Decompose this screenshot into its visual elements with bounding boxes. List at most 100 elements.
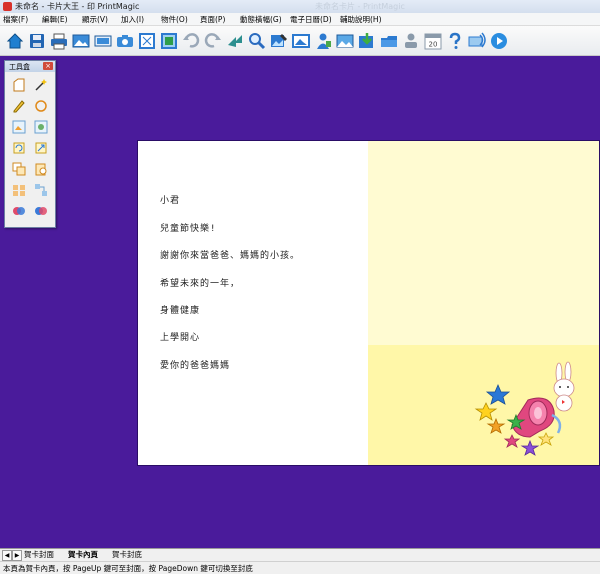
card-text-line[interactable]: 身體健康 (160, 303, 200, 316)
toolbar-button-import[interactable] (356, 30, 377, 51)
menu-bar: 檔案(F) 編輯(E) 顯示(V) 加入(I) 物件(O) 頁面(P) 動態橫幅… (0, 13, 600, 26)
frame-icon (138, 32, 155, 49)
tab-scroll-left-button[interactable]: ◀ (2, 550, 12, 561)
paste-tool-icon (35, 163, 47, 176)
rotate-tool-icon (13, 142, 25, 154)
tool-image-effect[interactable] (33, 119, 49, 135)
toolbar-button-person[interactable] (312, 30, 333, 51)
toolbar-button-frame-color[interactable] (158, 30, 179, 51)
card-text-line[interactable]: 兒童節快樂! (160, 221, 216, 234)
toolbar-button-photo[interactable] (290, 30, 311, 51)
pencil-tool-icon (13, 100, 25, 113)
fill-tool-icon (35, 207, 47, 215)
toolbar-button-landscape[interactable] (334, 30, 355, 51)
toolbar-button-home[interactable] (4, 30, 25, 51)
tool-group[interactable] (33, 182, 49, 198)
undo-icon (182, 32, 199, 48)
toolbox-palette[interactable]: 工具盒 × (4, 60, 56, 228)
window-title: 未命名 - 卡片大王 - 印 PrintMagic (15, 2, 140, 11)
tab-card-cover[interactable]: 賀卡封面 (24, 549, 54, 560)
card-background-top (368, 141, 599, 345)
group-tool-icon (35, 184, 47, 196)
tool-image[interactable] (11, 119, 27, 135)
tab-card-inside[interactable]: 賀卡內頁 (68, 549, 98, 560)
card-text-line[interactable]: 上學開心 (160, 330, 200, 343)
frame-color-icon (160, 32, 177, 49)
workspace-canvas[interactable]: 小君 兒童節快樂! 謝謝你來當爸爸、媽媽的小孩。 希望未來的一年， 身體健康 上… (0, 56, 600, 548)
menu-object[interactable]: 物件(O) (161, 14, 188, 25)
tool-rotate[interactable] (11, 140, 27, 156)
tool-pencil[interactable] (11, 98, 27, 114)
color-tool-icon (13, 207, 25, 215)
toolbar-button-zoom[interactable] (246, 30, 267, 51)
card-page[interactable]: 小君 兒童節快樂! 謝謝你來當爸爸、媽媽的小孩。 希望未來的一年， 身體健康 上… (137, 140, 600, 466)
new-page-tool-icon (13, 78, 25, 92)
toolbar-button-print[interactable] (48, 30, 69, 51)
circle-tool-icon (35, 100, 47, 112)
tool-color[interactable] (11, 203, 27, 219)
photo-icon (291, 33, 310, 48)
tool-copy[interactable] (11, 161, 27, 177)
menu-help[interactable]: 輔助說明(H) (340, 14, 382, 25)
toolbar-button-picture[interactable] (70, 30, 91, 51)
toolbar-button-undo[interactable] (180, 30, 201, 51)
toolbar-button-help[interactable] (444, 30, 465, 51)
home-icon (6, 32, 23, 48)
toolbar-button-redo[interactable] (202, 30, 223, 51)
text-box-icon (94, 35, 111, 46)
align-tool-icon (13, 185, 25, 196)
card-text-line[interactable]: 小君 (160, 193, 180, 206)
arrow-icon (227, 34, 242, 47)
menu-page[interactable]: 頁面(P) (200, 14, 225, 25)
copy-tool-icon (12, 162, 26, 176)
menu-view[interactable]: 顯示(V) (82, 14, 108, 25)
import-icon (358, 32, 373, 48)
folder-icon (380, 35, 397, 47)
picture-icon (72, 34, 89, 47)
toolbox-title-bar[interactable]: 工具盒 × (5, 61, 55, 72)
toolbar-button-save[interactable] (26, 30, 47, 51)
image-edit-icon (270, 33, 287, 47)
tool-fill[interactable] (33, 203, 49, 219)
menu-calendar[interactable]: 電子日曆(D) (290, 14, 332, 25)
menu-edit[interactable]: 編輯(E) (42, 14, 68, 25)
play-icon (490, 32, 507, 49)
toolbox-title: 工具盒 (9, 63, 30, 71)
toolbar-button-internet[interactable] (466, 30, 487, 51)
tool-circle[interactable] (33, 98, 49, 114)
menu-file[interactable]: 檔案(F) (3, 14, 28, 25)
card-text-line[interactable]: 希望未來的一年， (160, 276, 240, 289)
main-toolbar: 20 (0, 26, 600, 56)
internet-icon (468, 32, 486, 47)
toolbar-button-image-edit[interactable] (268, 30, 289, 51)
toolbar-button-calendar[interactable]: 20 (422, 30, 443, 51)
redo-icon (204, 32, 221, 48)
image-tool-icon (12, 120, 26, 134)
toolbar-button-folder[interactable] (378, 30, 399, 51)
menu-banner[interactable]: 動態橫幅(G) (240, 14, 282, 25)
card-text-panel: 小君 兒童節快樂! 謝謝你來當爸爸、媽媽的小孩。 希望未來的一年， 身體健康 上… (138, 141, 368, 465)
status-bar: 本頁為賀卡內頁，按 PageUp 鍵可至封面，按 PageDown 鍵可切換至封… (0, 561, 600, 573)
toolbar-button-frame[interactable] (136, 30, 157, 51)
tool-magic-wand[interactable] (33, 77, 49, 93)
toolbar-button-text-box[interactable] (92, 30, 113, 51)
tab-scroll-right-button[interactable]: ▶ (12, 550, 22, 561)
tool-align[interactable] (11, 182, 27, 198)
toolbar-button-user[interactable] (400, 30, 421, 51)
toolbox-close-button[interactable]: × (43, 62, 53, 70)
tool-new-page[interactable] (11, 77, 27, 93)
toolbar-button-play[interactable] (488, 30, 509, 51)
camera-icon (116, 34, 133, 47)
title-bar: 未命名 - 卡片大王 - 印 PrintMagic 未命名卡片 - PrintM… (0, 0, 600, 14)
zoom-icon (248, 32, 265, 49)
toolbar-button-camera[interactable] (114, 30, 135, 51)
tool-resize[interactable] (33, 140, 49, 156)
menu-insert[interactable]: 加入(I) (121, 14, 144, 25)
card-text-line[interactable]: 謝謝你來當爸爸、媽媽的小孩。 (160, 248, 300, 261)
window-title-background: 未命名卡片 - PrintMagic (315, 2, 405, 11)
tool-paste[interactable] (33, 161, 49, 177)
toolbar-button-arrow[interactable] (224, 30, 245, 51)
tab-card-back[interactable]: 賀卡封底 (112, 549, 142, 560)
card-text-line[interactable]: 愛你的爸爸媽媽 (160, 358, 230, 371)
bunny-stars-illustration[interactable] (368, 345, 599, 465)
